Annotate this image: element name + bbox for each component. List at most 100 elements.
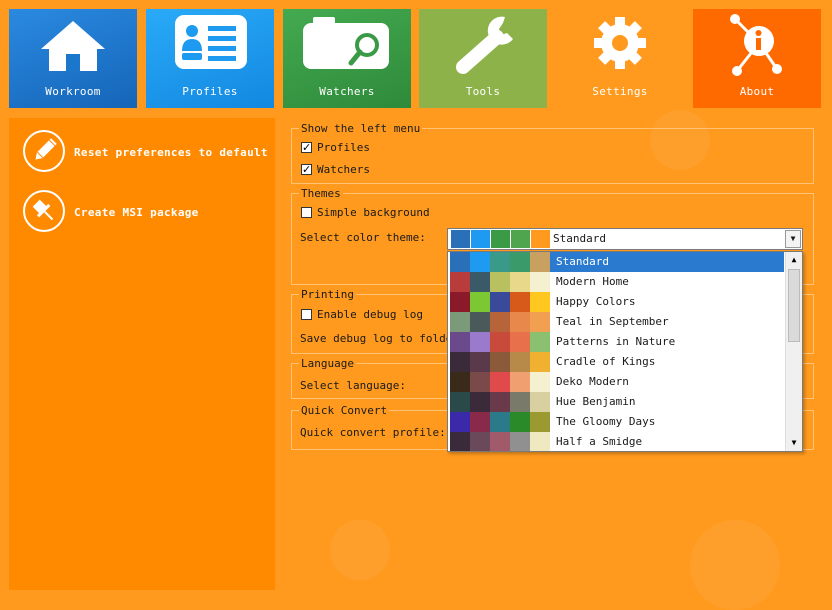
color-theme-dropdown[interactable]: Standard Modern Home Happy Colors Teal in S…	[447, 251, 803, 452]
color-swatch	[470, 392, 490, 412]
group-title: Quick Convert	[299, 404, 390, 417]
watchers-checkbox[interactable]: ✓	[301, 163, 312, 176]
color-swatch	[450, 292, 470, 312]
color-swatch	[510, 252, 530, 272]
group-title: Themes	[299, 187, 343, 200]
color-swatch	[511, 230, 530, 248]
profiles-icon	[175, 15, 247, 69]
reset-preferences-button[interactable]: Reset preferences to default	[21, 130, 275, 178]
color-swatch	[510, 372, 530, 392]
scrollbar-thumb[interactable]	[788, 269, 800, 342]
nav-tile-profiles[interactable]: Profiles	[146, 9, 274, 108]
color-swatch	[491, 230, 510, 248]
profiles-checkbox[interactable]: ✓	[301, 141, 312, 154]
theme-option-label: Hue Benjamin	[556, 395, 636, 408]
save-debug-folder-label: Save debug log to folder	[300, 332, 459, 345]
group-title: Printing	[299, 288, 356, 301]
color-swatch	[510, 272, 530, 292]
color-swatch	[530, 272, 550, 292]
checkbox-label: Simple background	[317, 206, 430, 219]
theme-option-label: The Gloomy Days	[556, 415, 656, 428]
checkbox-label: Enable debug log	[317, 308, 423, 321]
nav-tile-tools[interactable]: Tools	[419, 9, 547, 108]
nav-tile-watchers[interactable]: Watchers	[283, 9, 411, 108]
theme-option-label: Modern Home	[556, 275, 629, 288]
color-swatch	[470, 332, 490, 352]
color-swatch	[490, 312, 510, 332]
debug-log-checkbox[interactable]	[301, 309, 312, 320]
simple-background-checkbox[interactable]	[301, 207, 312, 218]
color-swatch	[530, 332, 550, 352]
color-swatch	[490, 372, 510, 392]
color-swatch	[510, 312, 530, 332]
about-icon	[730, 14, 782, 76]
color-swatch	[490, 352, 510, 372]
left-panel-item-label: Create MSI package	[74, 206, 199, 219]
create-msi-package-button[interactable]: Create MSI package	[21, 190, 275, 238]
color-swatch	[530, 372, 550, 392]
checkbox-label: Profiles	[317, 141, 370, 154]
color-swatch	[490, 412, 510, 432]
theme-option[interactable]: Patterns in Nature	[448, 332, 786, 352]
background-decoration	[330, 520, 390, 580]
select-language-label: Select language:	[300, 379, 406, 392]
theme-option-label: Cradle of Kings	[556, 355, 656, 368]
nav-tile-about[interactable]: About	[693, 9, 821, 108]
theme-option[interactable]: Modern Home	[448, 272, 786, 292]
color-swatch	[530, 292, 550, 312]
theme-option[interactable]: Cradle of Kings	[448, 352, 786, 372]
scroll-up-icon[interactable]: ▲	[786, 252, 802, 268]
nav-tile-label: Profiles	[182, 85, 238, 98]
pencil-icon	[23, 130, 65, 172]
nav-tile-label: Watchers	[319, 85, 375, 98]
theme-option[interactable]: Half a Smidge	[448, 432, 786, 451]
wrench-icon	[456, 16, 513, 74]
scroll-down-icon[interactable]: ▼	[786, 435, 802, 451]
color-swatch	[450, 332, 470, 352]
color-swatch	[510, 352, 530, 372]
theme-option[interactable]: Happy Colors	[448, 292, 786, 312]
color-swatch	[470, 372, 490, 392]
color-swatch	[510, 292, 530, 312]
nav-tile-label: Workroom	[45, 85, 101, 98]
color-swatch	[470, 292, 490, 312]
theme-option-label: Standard	[556, 255, 609, 268]
theme-option[interactable]: Deko Modern	[448, 372, 786, 392]
color-swatch	[450, 272, 470, 292]
color-swatch	[450, 372, 470, 392]
nav-tile-workroom[interactable]: Workroom	[9, 9, 137, 108]
color-swatch	[470, 352, 490, 372]
selected-theme-value: Standard	[553, 232, 606, 245]
color-swatch	[470, 432, 490, 451]
color-swatch	[470, 412, 490, 432]
color-theme-label: Select color theme:	[300, 231, 426, 244]
left-panel-item-label: Reset preferences to default	[74, 146, 268, 159]
theme-option[interactable]: Standard	[448, 252, 786, 272]
nav-tile-label: About	[739, 85, 775, 98]
color-swatch	[470, 312, 490, 332]
theme-option-label: Deko Modern	[556, 375, 629, 388]
quick-convert-profile-label: Quick convert profile:	[300, 426, 446, 439]
color-swatch	[510, 432, 530, 451]
color-swatch	[530, 352, 550, 372]
checkbox-label: Watchers	[317, 163, 370, 176]
dropdown-scrollbar[interactable]: ▲ ▼	[785, 252, 802, 451]
theme-option-label: Happy Colors	[556, 295, 636, 308]
color-swatch	[470, 272, 490, 292]
nav-tile-settings[interactable]: Settings	[556, 9, 684, 108]
chevron-down-icon[interactable]: ▼	[785, 230, 801, 248]
color-swatch	[530, 312, 550, 332]
color-swatch	[510, 332, 530, 352]
color-swatch	[450, 392, 470, 412]
pin-icon	[23, 190, 65, 232]
color-swatch	[490, 252, 510, 272]
color-swatch	[510, 392, 530, 412]
color-theme-select[interactable]: Standard ▼	[447, 228, 803, 250]
color-swatch	[530, 412, 550, 432]
theme-option[interactable]: The Gloomy Days	[448, 412, 786, 432]
theme-option[interactable]: Teal in September	[448, 312, 786, 332]
background-decoration	[690, 520, 780, 610]
color-swatch	[490, 432, 510, 451]
color-swatch	[490, 272, 510, 292]
theme-option[interactable]: Hue Benjamin	[448, 392, 786, 412]
